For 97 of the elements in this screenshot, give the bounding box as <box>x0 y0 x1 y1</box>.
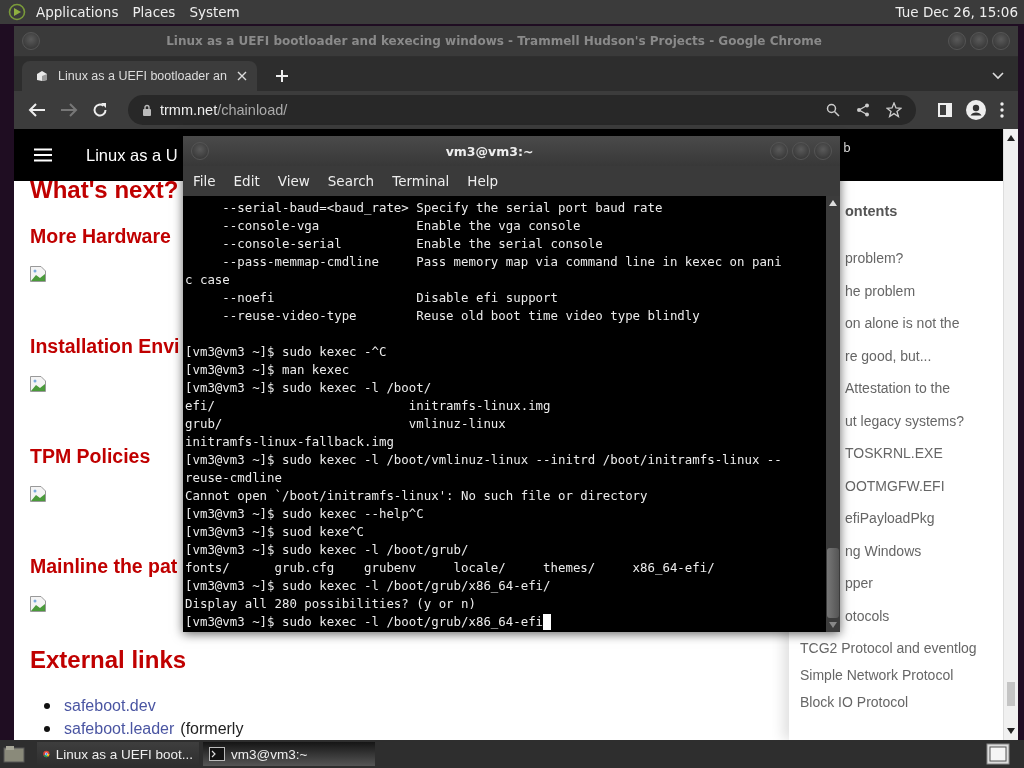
menu-item[interactable]: Search <box>327 173 375 189</box>
new-tab-icon[interactable] <box>274 69 289 83</box>
terminal-line: grub/ vmlinuz-linux <box>185 415 506 433</box>
toc-link[interactable]: TOSKRNL.EXE <box>845 445 943 462</box>
terminal-line: [vm3@vm3 ~]$ sudo kexec -^C <box>185 343 387 361</box>
terminal-line: [vm3@vm3 ~]$ man kexec <box>185 361 350 379</box>
menu-item[interactable]: Help <box>467 173 499 189</box>
scrollbar[interactable] <box>826 196 840 632</box>
broken-image-icon <box>30 376 46 392</box>
toc-link[interactable]: OOTMGFW.EFI <box>845 477 945 494</box>
terminal-line: --reuse-video-type Reuse old boot time video type blindly <box>221 307 700 325</box>
broken-image-icon <box>30 596 46 612</box>
terminal-line: --pass-memmap-cmdline Pass memory map via command line in kexec on pani <box>221 253 782 271</box>
toc-link[interactable]: on alone is not the <box>845 315 960 332</box>
star-icon[interactable] <box>886 102 902 118</box>
header-text: b <box>843 140 851 155</box>
scrollbar[interactable] <box>1003 129 1018 740</box>
back-icon[interactable] <box>28 102 46 118</box>
terminal-line: [vm3@vm3 ~]$ sudo kexec -l /boot/grub/x86_64-efi <box>185 613 544 631</box>
search-icon[interactable] <box>826 103 840 117</box>
terminal-line: [vm3@vm3 ~]$ suod kexe^C <box>185 523 365 541</box>
section-heading: What's next? <box>30 176 179 204</box>
terminal-line: [vm3@vm3 ~]$ sudo kexec -l /boot/ <box>185 379 432 397</box>
scroll-up-icon[interactable] <box>1007 135 1015 141</box>
bullet <box>44 702 50 709</box>
terminal-line: --serial-baud=<baud_rate> Specify the serial port baud rate <box>221 199 663 217</box>
terminal-line: [vm3@vm3 ~]$ sudo kexec -l /boot/vmlinuz-linux --initrd /boot/initramfs-linux -- <box>185 451 782 469</box>
close-icon[interactable] <box>236 71 247 81</box>
toc-link[interactable]: ng Windows <box>845 542 922 559</box>
clock[interactable]: Tue Dec 26, 15:06 <box>895 4 1018 20</box>
reload-icon[interactable] <box>92 102 108 118</box>
window-title: Linux as a UEFI bootloader and kexecing windows - Trammell Hudson's Projects - Google Chrome <box>165 34 823 48</box>
menu-item[interactable]: View <box>277 173 310 189</box>
toc-link[interactable]: Attestation to the <box>845 380 951 397</box>
taskbar-button[interactable]: vm3@vm3:~ <box>203 742 375 766</box>
toc-link[interactable]: problem? <box>845 250 904 266</box>
scroll-up-icon[interactable] <box>829 200 837 206</box>
toc-link[interactable]: Block IO Protocol <box>800 694 909 711</box>
side-panel-icon[interactable] <box>938 103 952 117</box>
toc-link[interactable]: Simple Network Protocol <box>800 667 954 684</box>
terminal-line: c case <box>185 271 230 289</box>
broken-image-icon <box>30 486 46 502</box>
bullet <box>44 725 50 732</box>
broken-image-icon <box>30 266 46 282</box>
terminal-line: fonts/ grub.cfg grubenv locale/ themes/ x86_64-efi/ <box>185 559 715 577</box>
terminal-line: --console-serial Enable the serial console <box>221 235 603 253</box>
subsection-heading: Mainline the pat <box>30 554 178 578</box>
scrollbar-thumb[interactable] <box>1007 682 1015 706</box>
subsection-heading: TPM Policies <box>30 444 151 468</box>
panel-menu[interactable]: Places <box>132 4 176 20</box>
subsection-heading: More Hardware <box>30 224 171 248</box>
menu-item[interactable]: Terminal <box>392 173 450 189</box>
profile-icon[interactable] <box>966 100 986 120</box>
share-icon[interactable] <box>856 103 870 117</box>
panel-menu[interactable]: System <box>189 4 240 20</box>
terminal-line: [vm3@vm3 ~]$ sudo kexec --help^C <box>185 505 424 523</box>
terminal-line: initramfs-linux-fallback.img <box>185 433 394 451</box>
toc-link[interactable]: re good, but... <box>845 347 932 364</box>
browser-tab[interactable]: Linux as a UEFI bootloader an <box>22 61 257 91</box>
link-note: (formerly <box>180 718 244 739</box>
menu-icon[interactable] <box>1000 102 1004 118</box>
terminal-icon <box>209 747 225 761</box>
toc-link[interactable]: he problem <box>845 282 916 299</box>
toc-link[interactable]: efiPayloadPkg <box>845 510 935 527</box>
section-heading: External links <box>30 646 187 674</box>
menu-item[interactable]: File <box>193 173 216 189</box>
toc-title: ontents <box>844 203 899 219</box>
toc-link[interactable]: TCG2 Protocol and eventlog <box>800 640 977 657</box>
toc-link[interactable]: pper <box>845 575 874 592</box>
terminal-line: efi/ initramfs-linux.img <box>185 397 551 415</box>
terminal-line: reuse-cmdline <box>185 469 282 487</box>
terminal-line: Display all 280 possibilities? (y or n) <box>185 595 476 613</box>
chevron-down-icon[interactable] <box>992 72 1004 80</box>
link[interactable]: safeboot.dev <box>64 695 156 716</box>
link[interactable]: safeboot.leader <box>64 718 175 739</box>
workspace-icon[interactable] <box>986 743 1010 765</box>
terminal-line: [vm3@vm3 ~]$ sudo kexec -l /boot/grub/ <box>185 541 469 559</box>
scroll-down-icon[interactable] <box>1007 728 1015 734</box>
scrollbar-thumb[interactable] <box>827 548 839 618</box>
subsection-heading: Installation Envi <box>30 334 180 358</box>
forward-icon[interactable] <box>60 102 78 118</box>
terminal-line: Cannot open `/boot/initramfs-linux': No such file or directory <box>185 487 648 505</box>
terminal-line: --noefi Disable efi support <box>221 289 558 307</box>
toc-link[interactable]: ut legacy systems? <box>845 412 965 429</box>
terminal-line: --console-vga Enable the vga console <box>221 217 581 235</box>
lock-icon <box>142 104 152 116</box>
favicon-icon <box>36 70 48 82</box>
window-title: vm3@vm3:~ <box>444 143 535 159</box>
toc-link[interactable]: otocols <box>845 607 890 624</box>
panel-menu[interactable]: Applications <box>36 4 119 20</box>
show-desktop-icon[interactable] <box>3 745 25 763</box>
menu-item[interactable]: Edit <box>233 173 260 189</box>
menu-icon[interactable] <box>34 148 52 162</box>
address-bar[interactable]: trmm.net/chainload/ <box>128 95 916 125</box>
distro-logo-icon[interactable] <box>8 3 26 21</box>
site-title[interactable]: Linux as a U <box>86 145 178 165</box>
terminal-line: [vm3@vm3 ~]$ sudo kexec -l /boot/grub/x86_64-efi/ <box>185 577 551 595</box>
